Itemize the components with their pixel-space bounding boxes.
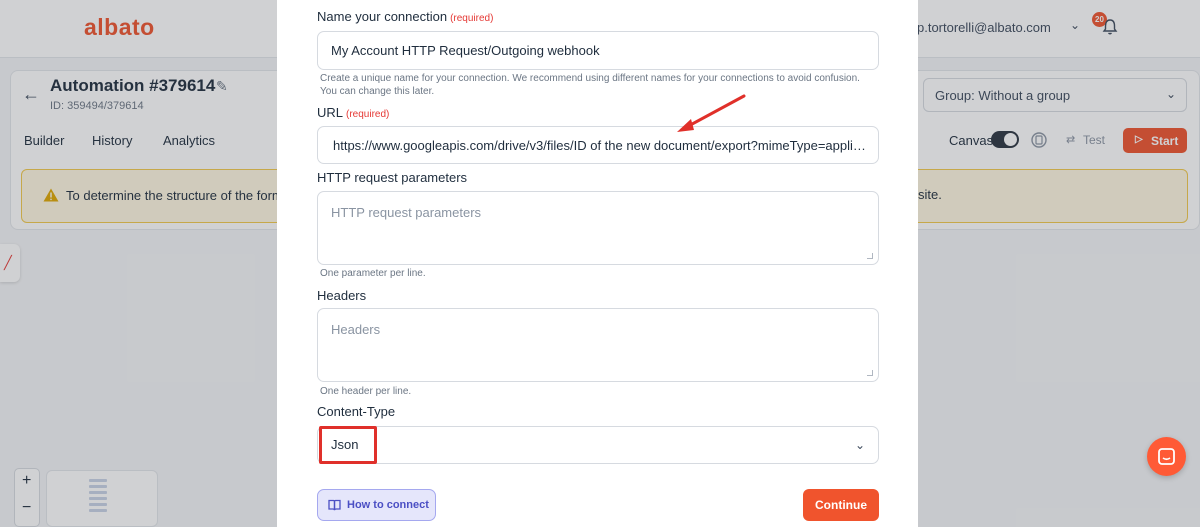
chat-button[interactable]	[1147, 437, 1186, 476]
connection-name-label-text: Name your connection	[317, 9, 448, 24]
resize-grip-icon[interactable]	[867, 253, 873, 259]
content-type-select[interactable]: ⌄	[317, 426, 879, 464]
chat-icon	[1158, 448, 1175, 465]
params-label: HTTP request parameters	[317, 170, 468, 185]
annotation-arrow-icon	[677, 94, 746, 132]
required-tag: (required)	[450, 13, 494, 24]
params-help: One parameter per line.	[320, 268, 426, 279]
headers-label: Headers	[317, 288, 367, 303]
content-type-value[interactable]: Json	[319, 426, 377, 464]
chevron-down-icon: ⌄	[854, 438, 865, 452]
required-tag: (required)	[346, 109, 390, 120]
content-type-label: Content-Type	[317, 404, 396, 419]
connection-name-help-line-1: Create a unique name for your connection…	[320, 73, 860, 84]
connection-name-help-line-2: You can change this later.	[320, 86, 435, 97]
url-label-text: URL	[317, 105, 344, 120]
headers-textarea[interactable]: Headers	[317, 308, 879, 382]
params-placeholder: HTTP request parameters	[331, 205, 482, 220]
resize-grip-icon[interactable]	[867, 370, 873, 376]
how-to-connect-label: How to connect	[347, 499, 429, 511]
connection-modal: Name your connection (required) My Accoun…	[277, 0, 918, 527]
connection-name-help: Create a unique name for your connection…	[320, 72, 860, 98]
url-input[interactable]: https://www.googleapis.com/drive/v3/file…	[317, 126, 879, 164]
params-textarea[interactable]: HTTP request parameters	[317, 191, 879, 265]
headers-help: One header per line.	[320, 386, 412, 397]
book-icon	[328, 499, 341, 511]
connection-name-input[interactable]: My Account HTTP Request/Outgoing webhook	[317, 31, 879, 70]
headers-placeholder: Headers	[331, 322, 381, 337]
how-to-connect-button[interactable]: How to connect	[317, 489, 436, 521]
connection-name-label: Name your connection (required)	[317, 9, 493, 24]
continue-button[interactable]: Continue	[803, 489, 879, 521]
url-label: URL (required)	[317, 105, 389, 120]
